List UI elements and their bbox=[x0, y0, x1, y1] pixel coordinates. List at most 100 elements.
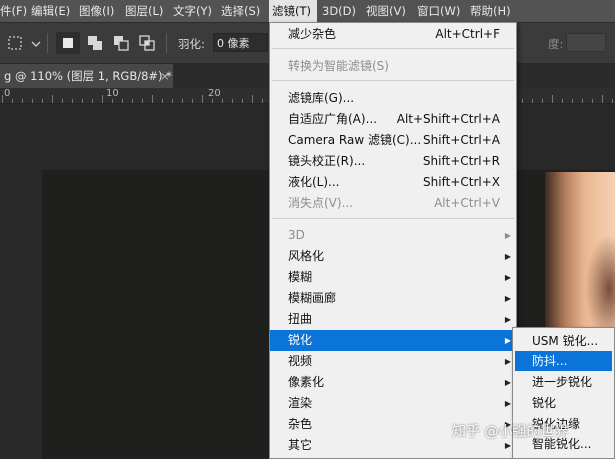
add-selection-icon[interactable] bbox=[85, 33, 105, 53]
menu-item-label: 自适应广角(A)... bbox=[288, 112, 378, 126]
ruler-number: 20 bbox=[208, 88, 221, 99]
menu-bar: 件(F) 编辑(E) 图像(I) 图层(L) 文字(Y) 选择(S) 滤镜(T)… bbox=[0, 0, 615, 22]
menu-item-label: 像素化 bbox=[288, 375, 325, 389]
document-tab-title: g @ 110% (图层 1, RGB/8#) * bbox=[4, 69, 172, 83]
document-tab[interactable]: g @ 110% (图层 1, RGB/8#) * × bbox=[0, 64, 173, 88]
ruler-tick bbox=[522, 99, 523, 103]
menu-select[interactable]: 选择(S) bbox=[221, 0, 260, 22]
menu-item-3d[interactable]: 3D ▶ bbox=[270, 225, 516, 246]
menu-item-label: Camera Raw 滤镜(C)... bbox=[288, 133, 422, 147]
menu-file[interactable]: 件(F) bbox=[0, 0, 27, 22]
menu-item-lens-correction[interactable]: 镜头校正(R)... Shift+Ctrl+R bbox=[270, 151, 516, 172]
menu-item-video[interactable]: 视频 ▶ bbox=[270, 351, 516, 372]
submenu-arrow-icon: ▶ bbox=[504, 378, 511, 387]
menu-item-reduce-noise[interactable]: 减少杂色 Alt+Ctrl+F bbox=[270, 24, 516, 45]
feather-label: 羽化: bbox=[178, 37, 205, 51]
submenu-item-unsharp-mask[interactable]: USM 锐化... bbox=[515, 331, 612, 351]
ruler-tick bbox=[532, 99, 533, 103]
menu-edit[interactable]: 编辑(E) bbox=[31, 0, 70, 22]
menu-item-label: 扭曲 bbox=[288, 312, 313, 326]
ruler-tick bbox=[152, 95, 153, 103]
menu-item-stylize[interactable]: 风格化 ▶ bbox=[270, 246, 516, 267]
submenu-arrow-icon: ▶ bbox=[504, 273, 511, 282]
submenu-arrow-icon: ▶ bbox=[504, 357, 511, 366]
ruler-tick bbox=[182, 99, 183, 103]
ruler-tick bbox=[162, 99, 163, 103]
ruler-tick bbox=[222, 99, 223, 103]
menu-item-label: 其它 bbox=[288, 438, 313, 452]
ruler-tick bbox=[112, 99, 113, 103]
submenu-arrow-icon: ▶ bbox=[504, 252, 511, 261]
menu-item-label: 风格化 bbox=[288, 249, 325, 263]
menu-3d[interactable]: 3D(D) bbox=[322, 0, 356, 22]
menu-item-filter-gallery[interactable]: 滤镜库(G)... bbox=[270, 88, 516, 109]
menu-item-shortcut: Shift+Ctrl+A bbox=[423, 133, 500, 147]
menu-help[interactable]: 帮助(H) bbox=[470, 0, 511, 22]
ruler-tick bbox=[32, 99, 33, 103]
submenu-arrow-icon: ▶ bbox=[504, 315, 511, 324]
menu-item-vanishing-point[interactable]: 消失点(V)... Alt+Ctrl+V bbox=[270, 193, 516, 214]
menu-item-label: 模糊画廊 bbox=[288, 291, 337, 305]
ruler-tick bbox=[172, 99, 173, 103]
close-icon[interactable]: × bbox=[160, 64, 170, 88]
ruler-tick bbox=[92, 99, 93, 103]
ruler-tick bbox=[252, 95, 253, 103]
menu-item-blur-gallery[interactable]: 模糊画廊 ▶ bbox=[270, 288, 516, 309]
ruler-tick bbox=[582, 99, 583, 103]
subtract-selection-icon[interactable] bbox=[111, 33, 131, 53]
menu-window[interactable]: 窗口(W) bbox=[417, 0, 460, 22]
menu-type[interactable]: 文字(Y) bbox=[173, 0, 212, 22]
menu-image[interactable]: 图像(I) bbox=[79, 0, 114, 22]
menu-item-label: 镜头校正(R)... bbox=[288, 154, 366, 168]
ruler-tick bbox=[142, 99, 143, 103]
new-selection-button[interactable] bbox=[56, 32, 80, 54]
menu-item-liquify[interactable]: 液化(L)... Shift+Ctrl+X bbox=[270, 172, 516, 193]
menu-item-label: 锐化 bbox=[288, 333, 313, 347]
submenu-arrow-icon: ▶ bbox=[504, 336, 511, 345]
height-input[interactable] bbox=[566, 33, 606, 52]
ruler-tick bbox=[72, 99, 73, 103]
ruler-tick bbox=[12, 99, 13, 103]
menu-item-label: 3D bbox=[288, 228, 305, 242]
menu-item-shortcut: Shift+Ctrl+X bbox=[423, 175, 500, 189]
menu-item-sharpen[interactable]: 锐化 ▶ bbox=[270, 330, 516, 351]
divider bbox=[166, 33, 167, 53]
ruler-tick bbox=[602, 95, 603, 103]
submenu-item-sharpen[interactable]: 锐化 bbox=[515, 393, 612, 413]
ruler-tick bbox=[562, 99, 563, 103]
ruler-tick bbox=[102, 95, 103, 103]
ruler-tick bbox=[232, 99, 233, 103]
menu-item-camera-raw[interactable]: Camera Raw 滤镜(C)... Shift+Ctrl+A bbox=[270, 130, 516, 151]
submenu-arrow-icon: ▶ bbox=[504, 399, 511, 408]
menu-layer[interactable]: 图层(L) bbox=[125, 0, 163, 22]
feather-input[interactable]: 0 像素 bbox=[213, 33, 268, 52]
ruler-tick bbox=[572, 99, 573, 103]
watermark-text: 知乎 @小强的世界 bbox=[452, 424, 569, 440]
menu-separator bbox=[272, 80, 514, 81]
ruler-tick bbox=[42, 99, 43, 103]
submenu-item-shake-reduction[interactable]: 防抖... bbox=[515, 351, 612, 371]
menu-item-blur[interactable]: 模糊 ▶ bbox=[270, 267, 516, 288]
menu-item-adaptive-wide-angle[interactable]: 自适应广角(A)... Alt+Shift+Ctrl+A bbox=[270, 109, 516, 130]
ruler-number: 0 bbox=[4, 88, 11, 99]
ruler-tick bbox=[192, 99, 193, 103]
marquee-tool-icon[interactable] bbox=[8, 36, 22, 50]
menu-item-label: 液化(L)... bbox=[288, 175, 340, 189]
chevron-down-icon[interactable] bbox=[31, 38, 41, 48]
menu-item-label: 杂色 bbox=[288, 417, 313, 431]
menu-item-pixelate[interactable]: 像素化 ▶ bbox=[270, 372, 516, 393]
submenu-arrow-icon: ▶ bbox=[504, 231, 511, 240]
menu-item-convert-smart-filters[interactable]: 转换为智能滤镜(S) bbox=[270, 56, 516, 77]
menu-view[interactable]: 视图(V) bbox=[366, 0, 406, 22]
ruler-tick bbox=[262, 99, 263, 103]
menu-item-label: 锐化 bbox=[532, 396, 557, 410]
menu-filter[interactable]: 滤镜(T) bbox=[269, 0, 317, 22]
ruler-tick bbox=[82, 99, 83, 103]
submenu-item-sharpen-more[interactable]: 进一步锐化 bbox=[515, 372, 612, 392]
menu-item-label: USM 锐化... bbox=[532, 334, 599, 348]
menu-item-render[interactable]: 渲染 ▶ bbox=[270, 393, 516, 414]
ruler-tick bbox=[552, 95, 553, 103]
menu-item-label: 滤镜库(G)... bbox=[288, 91, 355, 105]
menu-item-distort[interactable]: 扭曲 ▶ bbox=[270, 309, 516, 330]
intersect-selection-icon[interactable] bbox=[137, 33, 157, 53]
